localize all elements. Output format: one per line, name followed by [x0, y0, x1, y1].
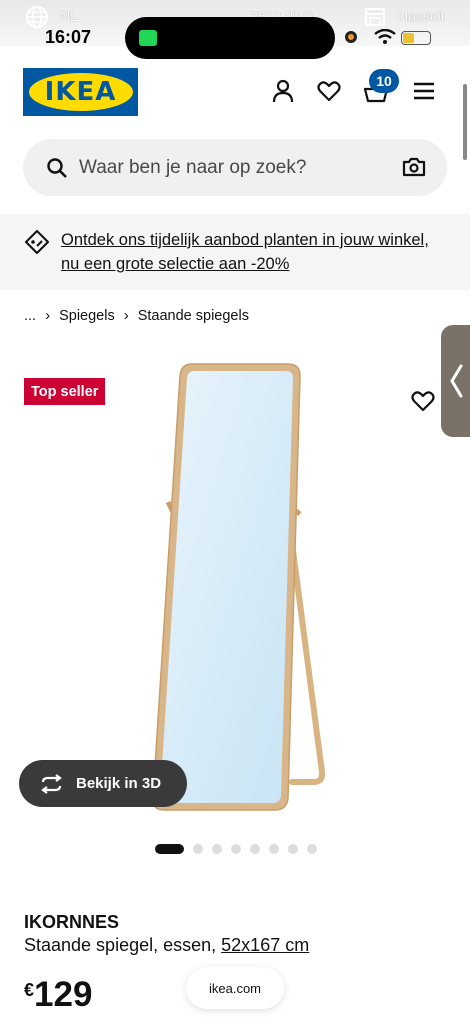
price-value: 129	[34, 975, 93, 1014]
pagination-dot[interactable]	[212, 844, 222, 854]
view-in-3d-label: Bekijk in 3D	[76, 775, 162, 792]
product-type: Staande spiegel, essen,	[24, 935, 217, 955]
product-image-mirror[interactable]	[140, 362, 330, 814]
breadcrumb: ... › Spiegels › Staande spiegels	[24, 307, 249, 324]
chevron-right-icon: ›	[123, 307, 129, 324]
chevron-right-icon: ›	[45, 307, 51, 324]
chevron-left-icon	[450, 364, 463, 398]
pagination-dot[interactable]	[193, 844, 203, 854]
product-size-link[interactable]: 52x167 cm	[221, 935, 309, 955]
pagination-dot[interactable]	[231, 844, 241, 854]
gallery-pagination[interactable]	[155, 844, 317, 854]
promo-banner[interactable]: Ontdek ons tijdelijk aanbod planten in j…	[0, 214, 470, 290]
store-icon[interactable]	[364, 7, 386, 27]
pagination-dot[interactable]	[269, 844, 279, 854]
battery-icon	[401, 31, 431, 45]
pagination-dot[interactable]	[155, 844, 184, 854]
product-price: € 129	[24, 975, 92, 1015]
wifi-icon	[374, 29, 396, 44]
status-bar: NL 16:07 3510 (BE) Hasselt	[0, 0, 470, 59]
heart-icon[interactable]	[316, 78, 342, 104]
store-label[interactable]: Hasselt	[398, 8, 445, 24]
ikea-logo[interactable]: IKEA	[23, 68, 138, 116]
facetime-icon	[139, 30, 157, 46]
pagination-dot[interactable]	[307, 844, 317, 854]
menu-icon[interactable]	[411, 78, 437, 104]
cart-count-badge[interactable]: 10	[369, 69, 399, 93]
clock: 16:07	[45, 27, 92, 47]
page-scrollbar[interactable]	[463, 84, 467, 160]
price-tag-icon	[25, 230, 49, 254]
globe-icon[interactable]	[26, 6, 48, 28]
logo-text: IKEA	[44, 77, 117, 107]
language-label[interactable]: NL	[60, 8, 78, 24]
user-icon[interactable]	[270, 78, 296, 104]
search-icon	[47, 158, 67, 178]
recording-indicator	[345, 31, 357, 43]
top-seller-badge: Top seller	[24, 378, 106, 405]
view-in-3d-button[interactable]: Bekijk in 3D	[19, 760, 187, 807]
add-to-favourites-icon[interactable]	[410, 389, 436, 413]
product-description: Staande spiegel, essen, 52x167 cm	[24, 935, 309, 956]
breadcrumb-staande-spiegels[interactable]: Staande spiegels	[138, 308, 249, 324]
search-input[interactable]: Waar ben je naar op zoek?	[79, 157, 306, 179]
pagination-dot[interactable]	[250, 844, 260, 854]
camera-search-icon[interactable]	[402, 156, 426, 178]
side-panel-handle[interactable]	[441, 325, 470, 437]
product-name: IKORNNES	[24, 912, 120, 932]
browser-url-bar[interactable]: ikea.com	[186, 967, 284, 1009]
breadcrumb-ellipsis[interactable]: ...	[24, 308, 36, 324]
search-bar[interactable]: Waar ben je naar op zoek?	[23, 139, 447, 196]
breadcrumb-spiegels[interactable]: Spiegels	[59, 308, 115, 324]
price-currency: €	[24, 980, 35, 1000]
promo-link[interactable]: Ontdek ons tijdelijk aanbod planten in j…	[61, 228, 441, 276]
pagination-dot[interactable]	[288, 844, 298, 854]
rotate-3d-icon	[41, 773, 62, 794]
dynamic-island	[125, 17, 335, 59]
